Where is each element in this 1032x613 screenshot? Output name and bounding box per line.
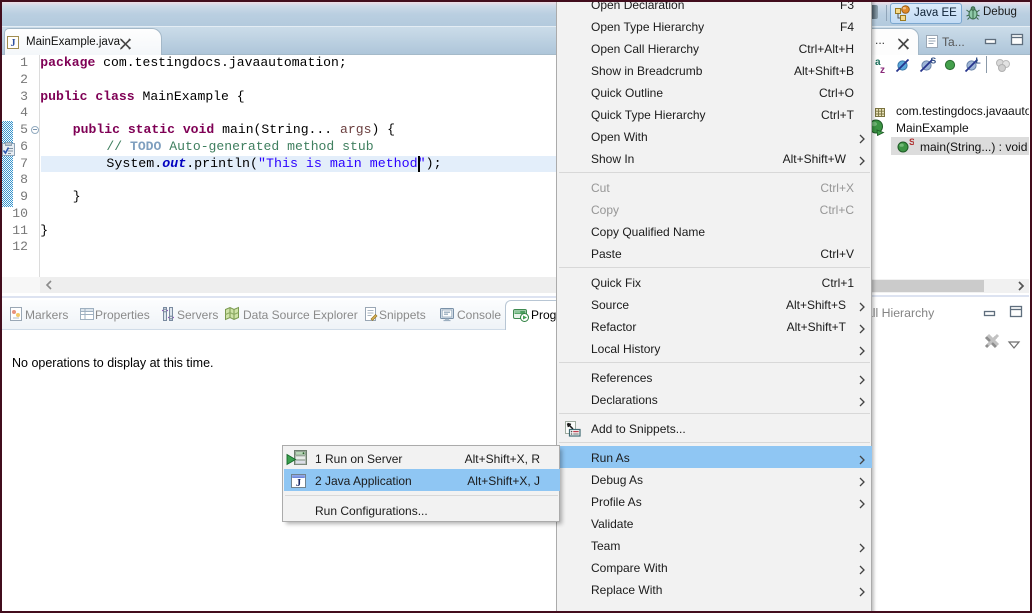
svg-text:S: S xyxy=(931,56,937,66)
svg-text:L: L xyxy=(976,56,981,66)
svg-text:J: J xyxy=(296,478,301,488)
svg-text:S: S xyxy=(909,138,914,147)
svg-text:J: J xyxy=(11,38,16,49)
svg-text:z: z xyxy=(880,65,885,74)
